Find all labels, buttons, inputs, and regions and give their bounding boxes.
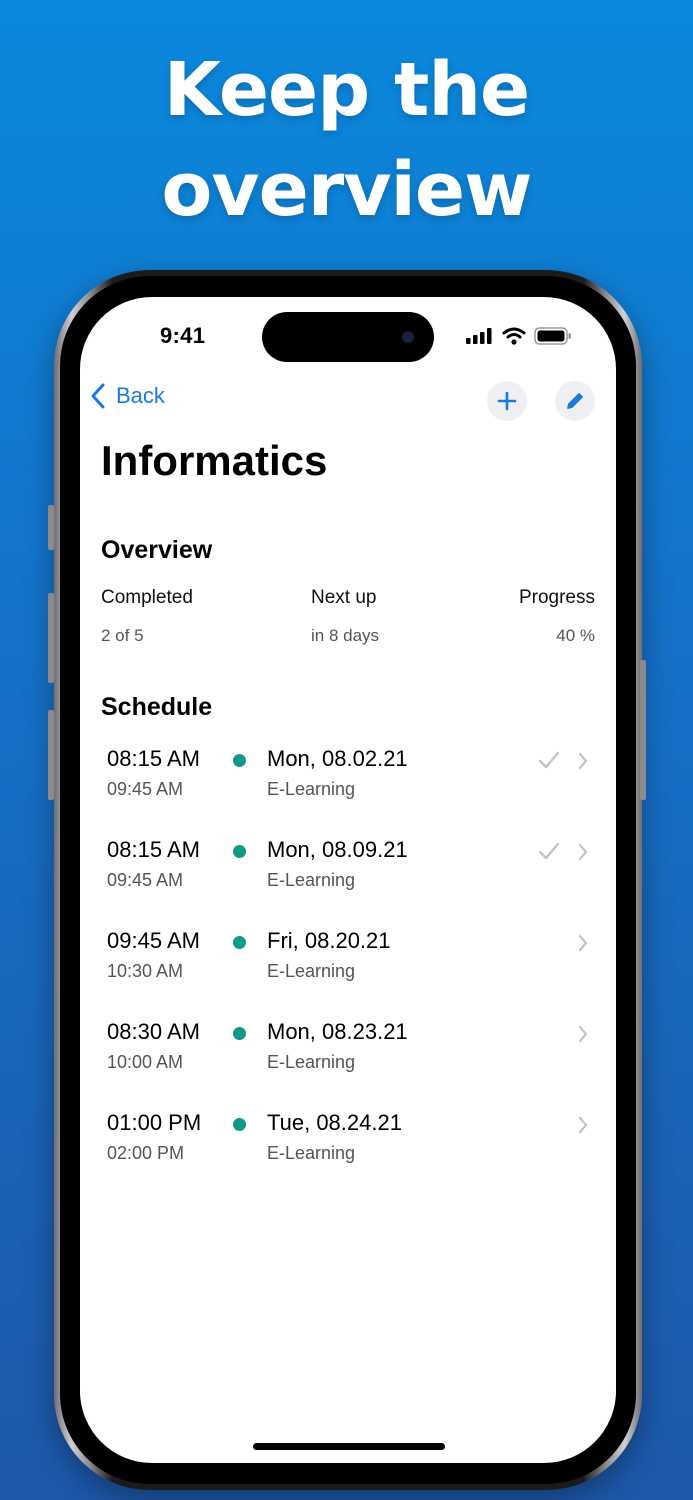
status-dot (233, 936, 246, 949)
schedule-row[interactable]: 01:00 PM 02:00 PM Tue, 08.24.21 E-Learni… (80, 1110, 616, 1190)
wifi-icon (502, 327, 526, 345)
start-time: 09:45 AM (107, 928, 200, 953)
status-dot (233, 1118, 246, 1131)
end-time: 02:00 PM (107, 1143, 185, 1163)
chevron-right-icon (578, 843, 588, 861)
progress-value: 40 % (556, 626, 595, 645)
page-title: Informatics (101, 437, 328, 484)
next-up-value: in 8 days (311, 626, 380, 645)
camera-icon (402, 331, 414, 343)
volume-down-button (48, 710, 54, 800)
session-date: Mon, 08.23.21 (267, 1019, 408, 1044)
session-date: Fri, 08.20.21 (267, 928, 391, 953)
checkmark-icon (538, 751, 560, 769)
checkmark-icon (538, 842, 560, 860)
start-time: 08:15 AM (107, 837, 200, 862)
start-time: 01:00 PM (107, 1110, 202, 1135)
session-type: E-Learning (267, 779, 356, 799)
chevron-right-icon (578, 1025, 588, 1043)
session-type: E-Learning (267, 961, 356, 981)
add-button[interactable] (487, 381, 527, 421)
chevron-right-icon (578, 1116, 588, 1134)
schedule-row[interactable]: 09:45 AM 10:30 AM Fri, 08.20.21 E-Learni… (80, 928, 616, 1008)
session-type: E-Learning (267, 1143, 356, 1163)
status-dot (233, 1027, 246, 1040)
plus-icon (497, 391, 517, 411)
action-button (48, 505, 54, 550)
headline-line-1: Keep the (163, 47, 530, 133)
home-indicator (253, 1443, 445, 1450)
session-date: Tue, 08.24.21 (267, 1110, 402, 1135)
session-date: Mon, 08.09.21 (267, 837, 408, 862)
next-up-label: Next up (311, 587, 377, 608)
start-time: 08:30 AM (107, 1019, 200, 1044)
schedule-row[interactable]: 08:15 AM 09:45 AM Mon, 08.09.21 E-Learni… (80, 837, 616, 917)
status-dot (233, 845, 246, 858)
session-type: E-Learning (267, 1052, 356, 1072)
status-dot (233, 754, 246, 767)
volume-up-button (48, 593, 54, 683)
completed-label: Completed (101, 587, 193, 608)
overview-title: Overview (101, 536, 213, 564)
app-screen: 9:41 Back Informatics Overview Completed… (80, 297, 616, 1463)
schedule-row[interactable]: 08:15 AM 09:45 AM Mon, 08.02.21 E-Learni… (80, 746, 616, 826)
chevron-right-icon (578, 752, 588, 770)
headline: Keep the overview (0, 40, 693, 240)
start-time: 08:15 AM (107, 746, 200, 771)
back-button[interactable]: Back (90, 383, 165, 409)
end-time: 09:45 AM (107, 870, 184, 890)
schedule-row[interactable]: 08:30 AM 10:00 AM Mon, 08.23.21 E-Learni… (80, 1019, 616, 1099)
chevron-left-icon (91, 383, 105, 409)
pencil-icon (567, 393, 583, 409)
chevron-right-icon (578, 934, 588, 952)
session-date: Mon, 08.02.21 (267, 746, 408, 771)
end-time: 09:45 AM (107, 779, 184, 799)
end-time: 10:30 AM (107, 961, 184, 981)
headline-line-2: overview (161, 147, 533, 233)
progress-label: Progress (518, 587, 595, 608)
session-type: E-Learning (267, 870, 356, 890)
schedule-title: Schedule (101, 693, 213, 721)
back-label: Back (116, 383, 165, 408)
power-button (640, 660, 646, 800)
battery-icon (534, 327, 571, 345)
end-time: 10:00 AM (107, 1052, 184, 1072)
edit-button[interactable] (555, 381, 595, 421)
completed-value: 2 of 5 (101, 626, 144, 645)
status-icons (466, 326, 572, 346)
status-time: 9:41 (160, 323, 206, 348)
cellular-signal-icon (466, 328, 492, 344)
dynamic-island (262, 312, 434, 362)
